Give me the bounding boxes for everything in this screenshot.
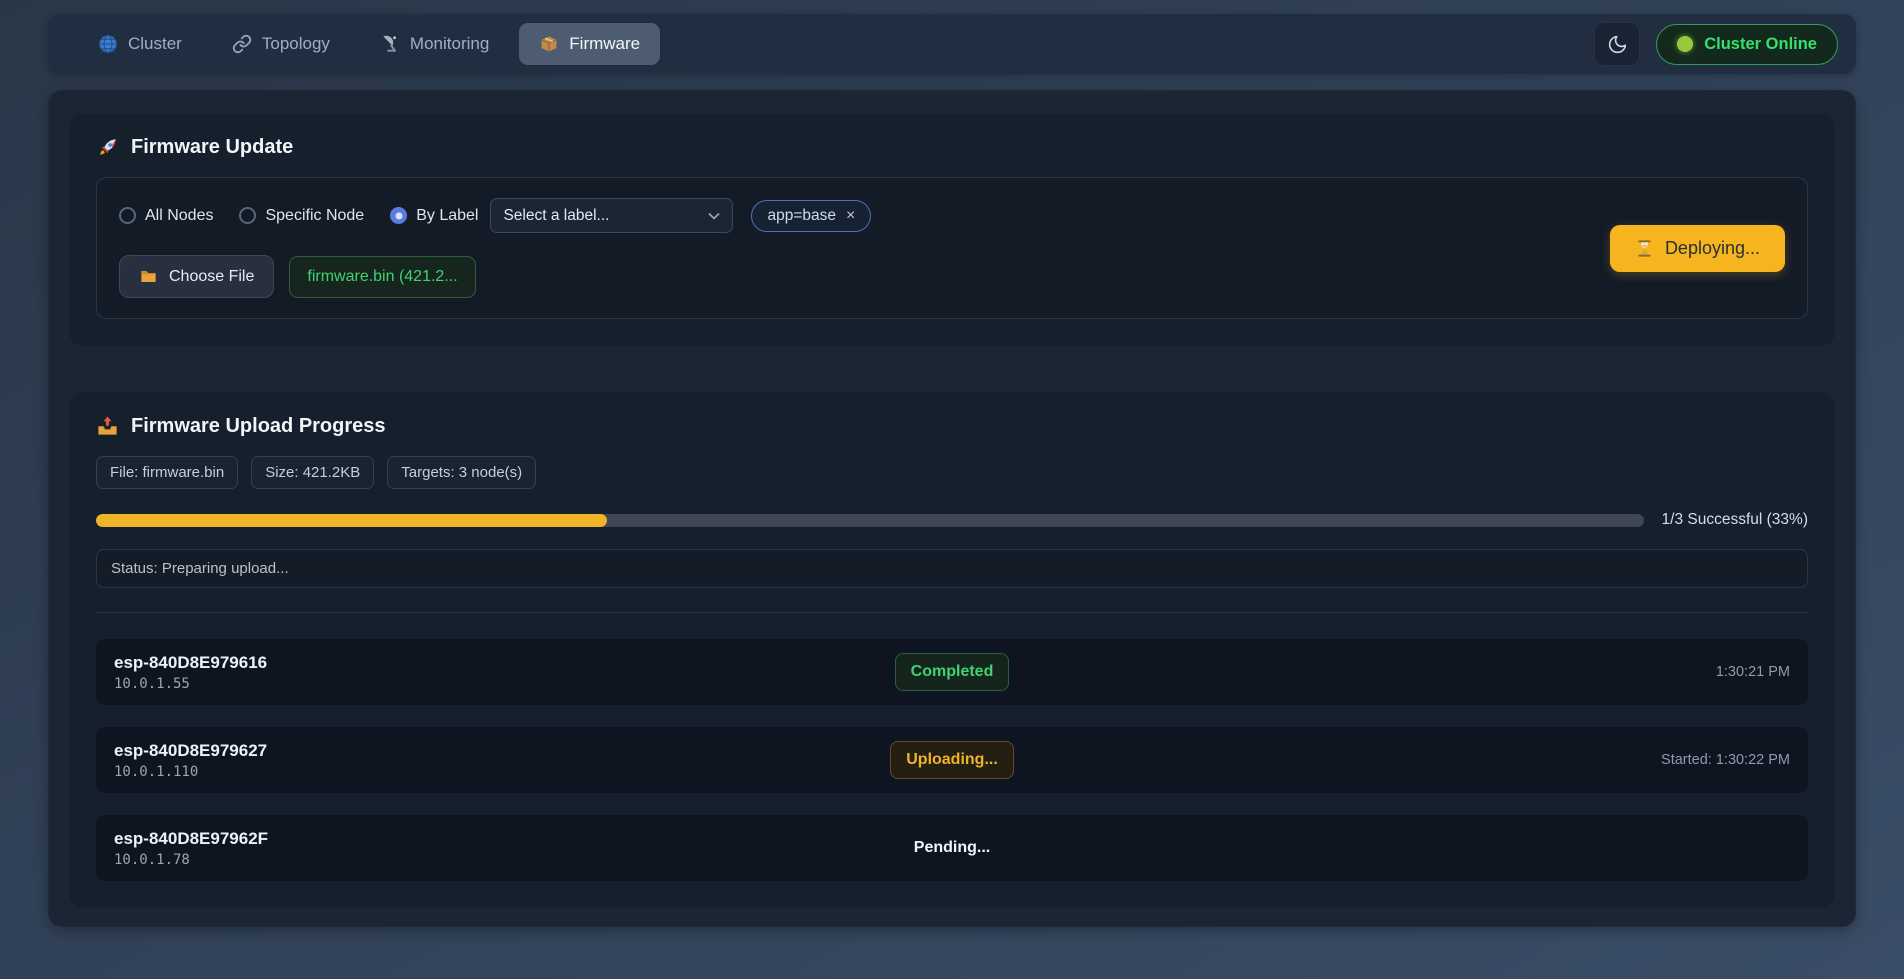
firmware-update-title: Firmware Update (96, 136, 1808, 159)
choose-file-button[interactable]: Choose File (119, 255, 274, 298)
tab-label: Firmware (569, 34, 640, 54)
node-info: esp-840D8E97962F 10.0.1.78 (114, 828, 912, 868)
card-title-text: Firmware Update (131, 136, 293, 159)
upload-progress-title: Firmware Upload Progress (96, 415, 1808, 438)
tab-label: Topology (262, 34, 330, 54)
status-badge: Pending... (912, 830, 992, 866)
nav-actions: Cluster Online (1594, 22, 1838, 66)
link-icon (232, 34, 252, 54)
progress-bar (96, 514, 1644, 527)
tab-cluster[interactable]: Cluster (78, 23, 202, 65)
nav-tabs: Cluster Topology Monitoring Firmware (78, 23, 660, 65)
progress-fill (96, 514, 607, 527)
node-name: esp-840D8E979627 (114, 740, 890, 761)
theme-toggle-button[interactable] (1594, 22, 1640, 66)
progress-label: 1/3 Successful (33%) (1662, 511, 1808, 529)
node-timestamp: Started: 1:30:22 PM (1014, 752, 1790, 768)
deploy-form-panel: All Nodes Specific Node By Label Select … (96, 177, 1808, 319)
radio-label: By Label (416, 207, 478, 225)
deploy-form-left: All Nodes Specific Node By Label Select … (119, 198, 871, 298)
tab-monitoring[interactable]: Monitoring (360, 23, 509, 65)
node-info: esp-840D8E979627 10.0.1.110 (114, 740, 890, 780)
radio-specific-node[interactable]: Specific Node (239, 207, 364, 225)
node-name: esp-840D8E97962F (114, 828, 912, 849)
node-timestamp: 1:30:21 PM (1009, 664, 1790, 680)
radio-circle[interactable] (390, 207, 407, 224)
status-dot-icon (1677, 36, 1693, 52)
page: Cluster Topology Monitoring Firmware (0, 0, 1904, 979)
node-status: Completed (895, 653, 1010, 691)
deploy-button[interactable]: Deploying... (1610, 225, 1785, 272)
radio-label: All Nodes (145, 207, 213, 225)
deploy-button-label: Deploying... (1665, 238, 1760, 259)
cluster-status-label: Cluster Online (1704, 35, 1817, 54)
label-select[interactable]: Select a label... (490, 198, 733, 233)
radio-circle[interactable] (239, 207, 256, 224)
file-size-badge: Size: 421.2KB (251, 456, 374, 489)
label-select-placeholder: Select a label... (503, 207, 609, 225)
target-select-row: All Nodes Specific Node By Label Select … (119, 198, 871, 233)
satellite-icon (380, 34, 400, 54)
card-title-text: Firmware Upload Progress (131, 415, 386, 438)
tab-topology[interactable]: Topology (212, 23, 350, 65)
progress-row: 1/3 Successful (33%) (96, 511, 1808, 529)
chevron-down-icon (708, 212, 720, 220)
hourglass-icon (1635, 239, 1654, 258)
choose-file-label: Choose File (169, 268, 254, 286)
label-tag: app=base × (751, 200, 871, 232)
node-status: Pending... (912, 830, 992, 866)
node-info: esp-840D8E979616 10.0.1.55 (114, 652, 895, 692)
targets-badge: Targets: 3 node(s) (387, 456, 536, 489)
radio-circle[interactable] (119, 207, 136, 224)
tab-firmware[interactable]: Firmware (519, 23, 660, 65)
globe-icon (98, 34, 118, 54)
node-ip: 10.0.1.55 (114, 676, 895, 692)
package-icon (539, 34, 559, 54)
upload-progress-card: Firmware Upload Progress File: firmware.… (69, 392, 1835, 908)
folder-icon (139, 267, 158, 286)
status-box: Status: Preparing upload... (96, 549, 1808, 588)
file-row: Choose File firmware.bin (421.2... (119, 255, 871, 298)
node-row: esp-840D8E979616 10.0.1.55 Completed 1:3… (96, 639, 1808, 705)
file-name-badge: File: firmware.bin (96, 456, 238, 489)
node-row: esp-840D8E979627 10.0.1.110 Uploading...… (96, 727, 1808, 793)
navbar: Cluster Topology Monitoring Firmware (48, 14, 1856, 74)
node-status: Uploading... (890, 741, 1014, 779)
selected-file-badge: firmware.bin (421.2... (289, 256, 475, 298)
node-row: esp-840D8E97962F 10.0.1.78 Pending... (96, 815, 1808, 881)
node-ip: 10.0.1.78 (114, 852, 912, 868)
status-badge: Uploading... (890, 741, 1014, 779)
node-name: esp-840D8E979616 (114, 652, 895, 673)
radio-all-nodes[interactable]: All Nodes (119, 207, 213, 225)
status-badge: Completed (895, 653, 1010, 691)
moon-icon (1607, 34, 1628, 55)
cluster-status-badge: Cluster Online (1656, 24, 1838, 65)
rocket-icon (96, 136, 119, 159)
tag-close-icon[interactable]: × (846, 208, 855, 224)
tab-label: Monitoring (410, 34, 489, 54)
outbox-icon (96, 415, 119, 438)
main-content: Firmware Update All Nodes Specific Node (48, 90, 1856, 927)
tab-label: Cluster (128, 34, 182, 54)
node-ip: 10.0.1.110 (114, 764, 890, 780)
node-list: esp-840D8E979616 10.0.1.55 Completed 1:3… (96, 612, 1808, 881)
radio-label: Specific Node (265, 207, 364, 225)
firmware-update-card: Firmware Update All Nodes Specific Node (69, 113, 1835, 346)
radio-by-label[interactable]: By Label (390, 207, 478, 225)
label-tag-text: app=base (767, 207, 836, 225)
upload-info-badges: File: firmware.bin Size: 421.2KB Targets… (96, 456, 1808, 489)
